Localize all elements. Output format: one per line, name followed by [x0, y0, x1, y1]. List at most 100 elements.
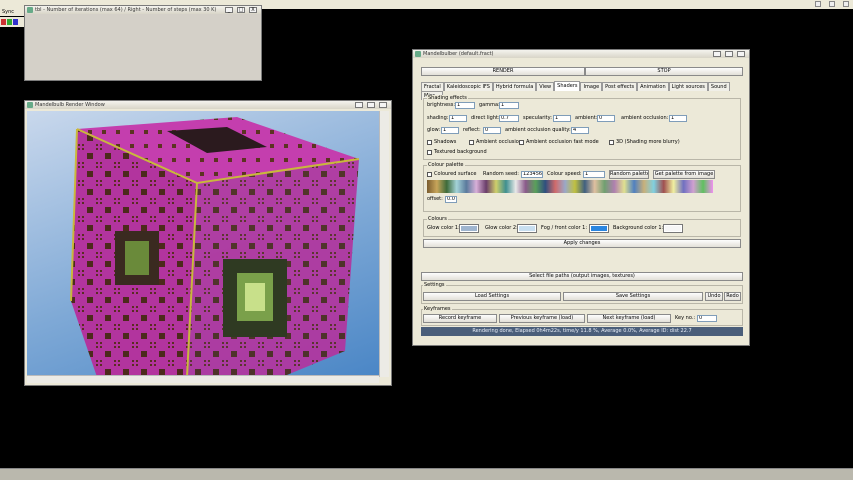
tab-animation[interactable]: Animation — [637, 82, 669, 91]
render-window-title-text: Mandelbulb Render Window — [35, 102, 105, 108]
tab-light-sources[interactable]: Light sources — [668, 82, 708, 91]
key-number-label: Key no.: — [675, 315, 696, 321]
app-icon — [27, 102, 33, 108]
ambient-occlusion-input[interactable]: 1 — [669, 115, 687, 122]
background-color-swatch[interactable] — [663, 224, 683, 233]
vertical-scrollbar[interactable] — [379, 111, 389, 377]
tab-view[interactable]: View — [536, 82, 555, 91]
background-color-label: Background color 1: — [613, 225, 664, 231]
render-window: Mandelbulb Render Window — [24, 100, 392, 386]
tab-fractal[interactable]: Fractal — [421, 82, 444, 91]
undo-button[interactable]: Undo — [705, 292, 723, 301]
ambient-occlusion-check-label: Ambient occlusion — [476, 139, 522, 145]
main-window-title-text: Mandelbulber (default.fract) — [423, 51, 494, 57]
glow-input[interactable]: 1 — [441, 127, 459, 134]
ambient-occlusion-checkbox[interactable] — [469, 140, 474, 145]
tool-red-icon[interactable] — [1, 19, 6, 25]
brightness-input[interactable]: 1 — [455, 102, 475, 109]
minimize-icon[interactable] — [713, 51, 721, 57]
tab-sound[interactable]: Sound — [707, 82, 730, 91]
render-window-title: Mandelbulb Render Window — [25, 101, 391, 109]
ao-fast-mode-checkbox[interactable] — [519, 140, 524, 145]
ao-quality-label: ambient occlusion quality: — [505, 127, 571, 133]
maximize-icon[interactable]: □ — [237, 7, 245, 13]
app-icon — [27, 7, 33, 13]
get-palette-from-image-button[interactable]: Get palette from image — [653, 170, 715, 179]
coloured-surface-checkbox[interactable] — [427, 172, 432, 177]
load-settings-button[interactable]: Load Settings — [423, 292, 561, 301]
settings-label: Settings — [423, 282, 446, 288]
select-file-paths-button[interactable]: Select file paths (output images, textur… — [421, 272, 743, 281]
tab-shaders[interactable]: Shaders — [554, 81, 581, 91]
random-palette-button[interactable]: Random palette — [609, 170, 649, 179]
stop-button[interactable]: STOP — [585, 67, 743, 76]
colour-palette-label: Colour palette — [427, 162, 465, 168]
offset-input[interactable]: 0.0 — [445, 196, 457, 203]
tool-blue-icon[interactable] — [13, 19, 18, 25]
specularity-label: specularity: — [523, 115, 552, 121]
tab-bar: Fractal Kaleidoscopic IFS Hybrid formula… — [421, 81, 741, 100]
shading-effects-label: Shading effects — [427, 95, 468, 101]
ambient-label: ambient: — [575, 115, 598, 121]
close-icon[interactable] — [379, 102, 387, 108]
colour-speed-label: Colour speed: — [547, 171, 582, 177]
direct-light-input[interactable]: 0.7 — [499, 115, 519, 122]
redo-button[interactable]: Redo — [724, 292, 741, 301]
colour-speed-input[interactable]: 1 — [583, 171, 605, 178]
ao-quality-input[interactable]: 4 — [571, 127, 589, 134]
close-icon[interactable] — [843, 1, 849, 7]
offset-label: offset: — [427, 196, 443, 202]
render-canvas[interactable] — [27, 111, 379, 377]
iterations-window: tbl - Number of iterations (max 64) / Ri… — [24, 5, 262, 81]
palette-gradient[interactable] — [427, 180, 713, 193]
direct-light-label: direct light: — [471, 115, 500, 121]
next-keyframe-button[interactable]: Next keyframe (load) — [587, 314, 671, 323]
shadows-checkbox[interactable] — [427, 140, 432, 145]
previous-keyframe-button[interactable]: Previous keyframe (load) — [499, 314, 585, 323]
shading-label: shading: — [427, 115, 449, 121]
ambient-occlusion-label: ambient occlusion: — [621, 115, 669, 121]
glow-color-2-label: Glow color 2: — [485, 225, 518, 231]
colours-label: Colours — [427, 216, 448, 222]
tab-hybrid-formula[interactable]: Hybrid formula — [492, 82, 537, 91]
toolbar-icons — [0, 17, 24, 27]
close-icon[interactable] — [737, 51, 745, 57]
maximize-icon[interactable] — [725, 51, 733, 57]
record-keyframe-button[interactable]: Record keyframe — [423, 314, 497, 323]
glow-color-1-swatch[interactable] — [459, 224, 479, 233]
maximize-icon[interactable] — [829, 1, 835, 7]
textured-background-label: Textured background — [434, 149, 487, 155]
glow-color-2-swatch[interactable] — [517, 224, 537, 233]
tab-post-effects[interactable]: Post effects — [602, 82, 638, 91]
minimize-icon[interactable] — [355, 102, 363, 108]
specularity-input[interactable]: 1 — [553, 115, 571, 122]
key-number-input[interactable]: 0 — [697, 315, 717, 322]
gamma-input[interactable]: 1 — [499, 102, 519, 109]
tab-kaleidoscopic-ifs[interactable]: Kaleidoscopic IFS — [443, 82, 493, 91]
close-icon[interactable]: X — [249, 7, 257, 13]
fog-color-label: Fog / front color 1: — [541, 225, 588, 231]
save-settings-button[interactable]: Save Settings — [563, 292, 703, 301]
taskbar — [0, 468, 853, 480]
shadows-label: Shadows — [434, 139, 457, 145]
tab-image[interactable]: Image — [580, 82, 603, 91]
textured-background-checkbox[interactable] — [427, 150, 432, 155]
minimize-icon[interactable] — [815, 1, 821, 7]
random-seed-label: Random seed: — [483, 171, 519, 177]
3d-checkbox[interactable] — [609, 140, 614, 145]
ambient-input[interactable]: 0 — [597, 115, 615, 122]
minimize-icon[interactable]: _ — [225, 7, 233, 13]
shading-input[interactable]: 1 — [449, 115, 467, 122]
reflect-input[interactable]: 0 — [483, 127, 501, 134]
fog-color-swatch[interactable] — [589, 224, 609, 233]
reflect-label: reflect: — [463, 127, 481, 133]
gamma-label: gamma: — [479, 102, 500, 108]
tool-green-icon[interactable] — [7, 19, 12, 25]
maximize-icon[interactable] — [367, 102, 375, 108]
keyframes-label: Keyframes — [423, 306, 452, 312]
main-window-title: Mandelbulber (default.fract) — [413, 50, 749, 58]
horizontal-scrollbar[interactable] — [27, 375, 379, 383]
apply-changes-button[interactable]: Apply changes — [423, 239, 741, 248]
random-seed-input[interactable]: 123456 — [521, 171, 543, 178]
render-button[interactable]: RENDER — [421, 67, 585, 76]
